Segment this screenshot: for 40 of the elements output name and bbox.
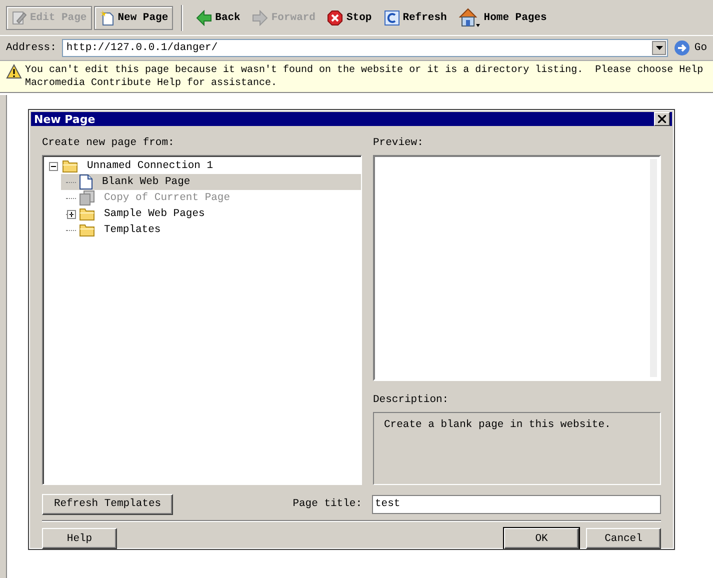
copy-pages-icon xyxy=(79,190,95,206)
address-label: Address: xyxy=(6,42,56,54)
toolbar-button[interactable]: Stop xyxy=(322,6,377,30)
folder-icon xyxy=(79,223,95,237)
tree-item[interactable]: Sample Web Pages xyxy=(98,208,205,220)
close-icon xyxy=(658,115,666,123)
stop-icon xyxy=(327,10,344,26)
help-button[interactable]: Help xyxy=(42,528,117,549)
folder-icon xyxy=(79,207,95,221)
address-field[interactable]: http://127.0.0.1/danger/ xyxy=(62,39,668,57)
ok-button[interactable]: OK xyxy=(504,528,579,549)
back-arrow-icon xyxy=(196,10,212,26)
go-button[interactable]: Go xyxy=(674,40,707,56)
refresh-icon xyxy=(384,10,400,26)
description-text: Create a blank page in this website. xyxy=(384,419,611,431)
forward-arrow-icon xyxy=(252,10,268,26)
preview-label: Preview: xyxy=(373,137,424,149)
toolbar-button[interactable]: Refresh xyxy=(378,6,452,30)
cancel-button[interactable]: Cancel xyxy=(586,528,661,549)
toolbar-button[interactable]: Home Pages xyxy=(454,4,552,32)
page-icon xyxy=(79,174,93,190)
dialog-title: New Page xyxy=(34,112,96,126)
new-page-icon xyxy=(98,10,115,26)
toolbar-button[interactable]: Back xyxy=(191,6,246,30)
page-title-field[interactable]: test xyxy=(372,494,661,514)
toolbar-button[interactable]: New Page xyxy=(94,6,174,30)
collapse-toggle[interactable] xyxy=(48,162,58,170)
tree-item[interactable]: Unnamed Connection 1 xyxy=(81,160,214,172)
warning-icon xyxy=(6,64,22,79)
source-label: Create new page from: xyxy=(42,137,176,149)
description-label: Description: xyxy=(373,394,450,406)
tree-item[interactable]: Templates xyxy=(98,224,161,236)
house-icon xyxy=(458,8,481,28)
folder-icon xyxy=(62,159,78,173)
expand-toggle[interactable] xyxy=(66,210,76,218)
warning-message: You can't edit this page because it wasn't found on the website or it is a directory listing. Please choose Help Macromedia Contribute Help for assistance. xyxy=(25,64,704,90)
page-title-label: Page title: xyxy=(292,498,362,510)
close-button[interactable] xyxy=(654,112,670,126)
refresh-templates-button[interactable]: Refresh Templates xyxy=(42,494,173,514)
pencil-page-icon xyxy=(11,10,27,26)
